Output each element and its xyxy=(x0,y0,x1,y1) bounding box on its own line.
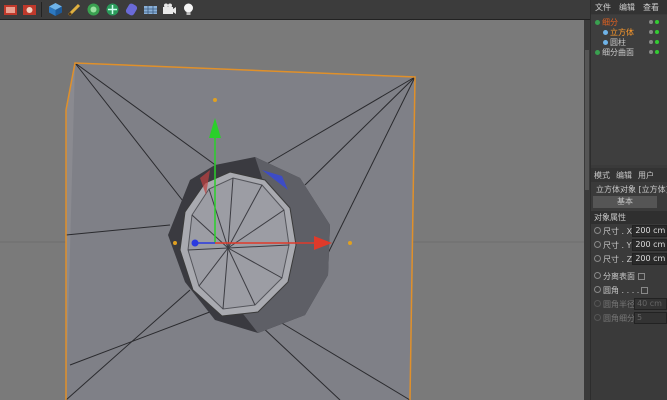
tab-basic[interactable]: 基本 xyxy=(593,196,657,208)
menu-mode[interactable]: 模式 xyxy=(591,170,613,181)
floor-icon[interactable] xyxy=(142,1,159,18)
menu-edit[interactable]: 编辑 xyxy=(615,2,639,13)
render-icon[interactable] xyxy=(2,1,19,18)
viewport-scrollbar[interactable] xyxy=(584,20,590,400)
menu-user[interactable]: 用户 xyxy=(635,170,657,181)
section-object-properties: 对象属性 xyxy=(591,211,667,224)
attribute-manager: 模式 编辑 用户 立方体对象 [立方体] 基本 对象属性 尺寸 . X 200 … xyxy=(591,168,667,325)
separate-surfaces-label: 分离表面 xyxy=(603,271,635,281)
size-y-row: 尺寸 . Y 200 cm xyxy=(591,238,667,252)
picture-viewer-icon[interactable] xyxy=(21,1,38,18)
keyframe-icon[interactable] xyxy=(594,285,601,293)
subdivision-icon[interactable] xyxy=(85,1,102,18)
size-z-row: 尺寸 . Z 200 cm xyxy=(591,252,667,266)
field-label: 圆角半径 xyxy=(603,299,635,309)
right-panel: 文件 编辑 查看 细分 立方体 圆柱 细分曲面 模式 编辑 用户 立方体对象 [… xyxy=(591,0,667,400)
fillet-checkbox[interactable] xyxy=(641,286,649,294)
fillet-label: 圆角 xyxy=(603,285,619,295)
field-label: 尺寸 . Z xyxy=(603,254,633,264)
field-label: 尺寸 . X xyxy=(603,226,633,236)
fillet-row[interactable]: 圆角 . . . . xyxy=(591,283,667,297)
separate-surfaces-row[interactable]: 分离表面 xyxy=(591,269,667,283)
keyframe-icon[interactable] xyxy=(594,254,601,262)
field-label: 圆角细分 xyxy=(603,313,635,323)
3d-viewport[interactable] xyxy=(0,20,590,400)
object-list: 细分 立方体 圆柱 细分曲面 xyxy=(591,15,667,165)
axis-z-handle xyxy=(191,239,199,247)
fillet-subdivision-row: 圆角细分 5 xyxy=(591,311,667,325)
size-y-input[interactable]: 200 cm xyxy=(632,239,667,251)
visibility-toggles[interactable] xyxy=(591,15,667,60)
menu-edit[interactable]: 编辑 xyxy=(613,170,635,181)
fillet-subdivision-input: 5 xyxy=(634,312,667,324)
object-manager-menu: 文件 编辑 查看 xyxy=(591,0,667,14)
keyframe-icon[interactable] xyxy=(594,240,601,248)
attribute-title: 立方体对象 [立方体] xyxy=(591,182,667,196)
menu-file[interactable]: 文件 xyxy=(591,2,615,13)
main-toolbar xyxy=(0,0,590,20)
pen-icon[interactable] xyxy=(66,1,83,18)
attribute-menu: 模式 编辑 用户 xyxy=(591,168,667,182)
cube-icon[interactable] xyxy=(47,1,64,18)
size-x-row: 尺寸 . X 200 cm xyxy=(591,224,667,238)
attribute-title-text: 立方体对象 [立方体] xyxy=(596,184,667,194)
field-label: 尺寸 . Y xyxy=(603,240,632,250)
keyframe-icon[interactable] xyxy=(594,271,601,279)
toolbar-divider xyxy=(41,2,42,17)
light-icon[interactable] xyxy=(180,1,197,18)
deformer-icon[interactable] xyxy=(123,1,140,18)
size-x-input[interactable]: 200 cm xyxy=(632,225,667,237)
fillet-radius-input: 40 cm xyxy=(634,298,667,310)
camera-icon[interactable] xyxy=(161,1,178,18)
fillet-radius-row: 圆角半径 40 cm xyxy=(591,297,667,311)
keyframe-icon[interactable] xyxy=(594,226,601,234)
array-icon[interactable] xyxy=(104,1,121,18)
separate-surfaces-checkbox[interactable] xyxy=(638,272,645,280)
size-z-input[interactable]: 200 cm xyxy=(632,253,667,265)
viewport-scene xyxy=(0,62,590,400)
keyframe-icon xyxy=(594,313,601,321)
menu-view[interactable]: 查看 xyxy=(639,2,663,13)
keyframe-icon xyxy=(594,299,601,307)
scrollbar-thumb[interactable] xyxy=(585,50,589,190)
